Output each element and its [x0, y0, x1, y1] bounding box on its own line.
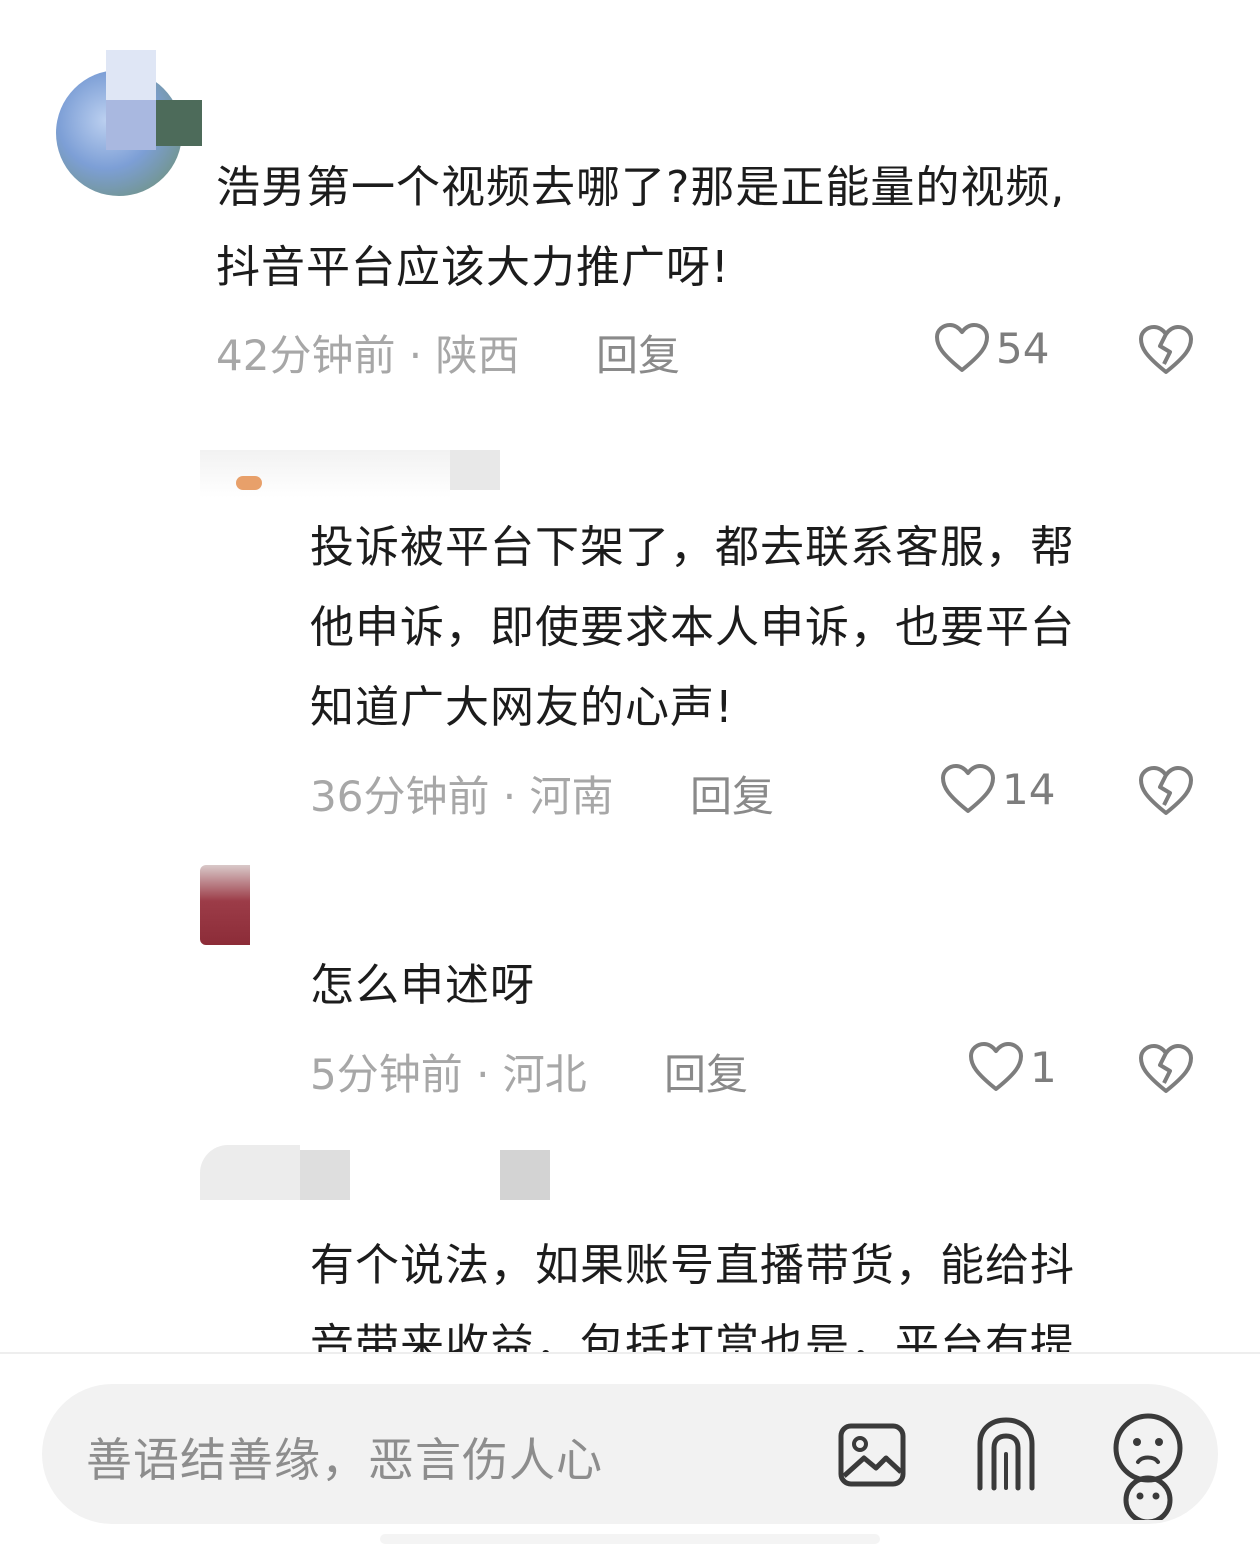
avatar[interactable] — [200, 1145, 550, 1200]
comment-input-bar: 善语结善缘，恶言伤人心 — [0, 1354, 1260, 1550]
like-count: 14 — [1002, 764, 1056, 814]
comment-location: 河南 — [529, 772, 614, 821]
comment-meta: 5分钟前 · 河北 — [310, 1041, 587, 1102]
comment-line: 怎么申述呀 — [310, 960, 535, 1011]
comment-meta: 36分钟前 · 河南 — [310, 763, 614, 824]
comment-line: 投诉被平台下架了，都去联系客服，帮 — [310, 522, 1075, 573]
like-button[interactable]: 14 — [940, 763, 1055, 815]
like-button[interactable]: 54 — [934, 322, 1049, 374]
comment-line: 音带来收益，包括打赏也是，平台有提 — [310, 1320, 1075, 1352]
comment-input[interactable]: 善语结善缘，恶言伤人心 — [42, 1384, 1218, 1524]
heart-outline-icon — [935, 323, 989, 372]
comment-line: 浩男第一个视频去哪了?那是正能量的视频, — [216, 162, 1066, 213]
avatar[interactable] — [56, 50, 202, 196]
broken-heart-icon[interactable] — [1138, 324, 1194, 376]
reply-button[interactable]: 回复 — [690, 763, 774, 824]
like-count: 1 — [1030, 1042, 1057, 1092]
reply-button[interactable]: 回复 — [596, 322, 680, 383]
emoji-icon[interactable] — [1108, 1410, 1188, 1520]
comment-line: 抖音平台应该大力推广呀! — [216, 242, 730, 293]
comment-meta: 42分钟前 · 陕西 — [216, 322, 520, 383]
home-indicator — [380, 1534, 880, 1544]
broken-heart-icon[interactable] — [1138, 1043, 1194, 1095]
comment-line: 他申诉，即使要求本人申诉，也要平台 — [310, 602, 1075, 653]
comment-text: 浩男第一个视频去哪了?那是正能量的视频, 抖音平台应该大力推广呀! — [216, 148, 1226, 308]
comment-time: 36分钟前 — [310, 772, 490, 821]
reply-button[interactable]: 回复 — [664, 1041, 748, 1102]
meta-separator: · — [462, 1050, 503, 1099]
comment-location: 陕西 — [435, 331, 520, 380]
comment-location: 河北 — [502, 1050, 587, 1099]
broken-heart-icon[interactable] — [1138, 765, 1194, 817]
at-mention-icon[interactable] — [970, 1414, 1042, 1494]
comment-time: 5分钟前 — [310, 1050, 463, 1099]
comment-text: 怎么申述呀 — [310, 946, 1230, 1026]
comment-time: 42分钟前 — [216, 331, 396, 380]
meta-separator: · — [395, 331, 436, 380]
like-count: 54 — [996, 323, 1050, 373]
like-button[interactable]: 1 — [968, 1041, 1057, 1093]
input-placeholder: 善语结善缘，恶言伤人心 — [86, 1433, 603, 1487]
image-icon[interactable] — [836, 1414, 908, 1494]
meta-separator: · — [489, 772, 530, 821]
comment-line: 有个说法，如果账号直播带货，能给抖 — [310, 1240, 1075, 1291]
comment-line: 知道广大网友的心声! — [310, 682, 734, 733]
heart-outline-icon — [941, 764, 995, 813]
comment-text: 有个说法，如果账号直播带货，能给抖 音带来收益，包括打赏也是，平台有提 — [310, 1226, 1230, 1352]
heart-outline-icon — [969, 1042, 1023, 1091]
avatar[interactable] — [200, 450, 500, 498]
avatar[interactable] — [200, 865, 250, 945]
comment-text: 投诉被平台下架了，都去联系客服，帮 他申诉，即使要求本人申诉，也要平台 知道广大… — [310, 508, 1230, 748]
